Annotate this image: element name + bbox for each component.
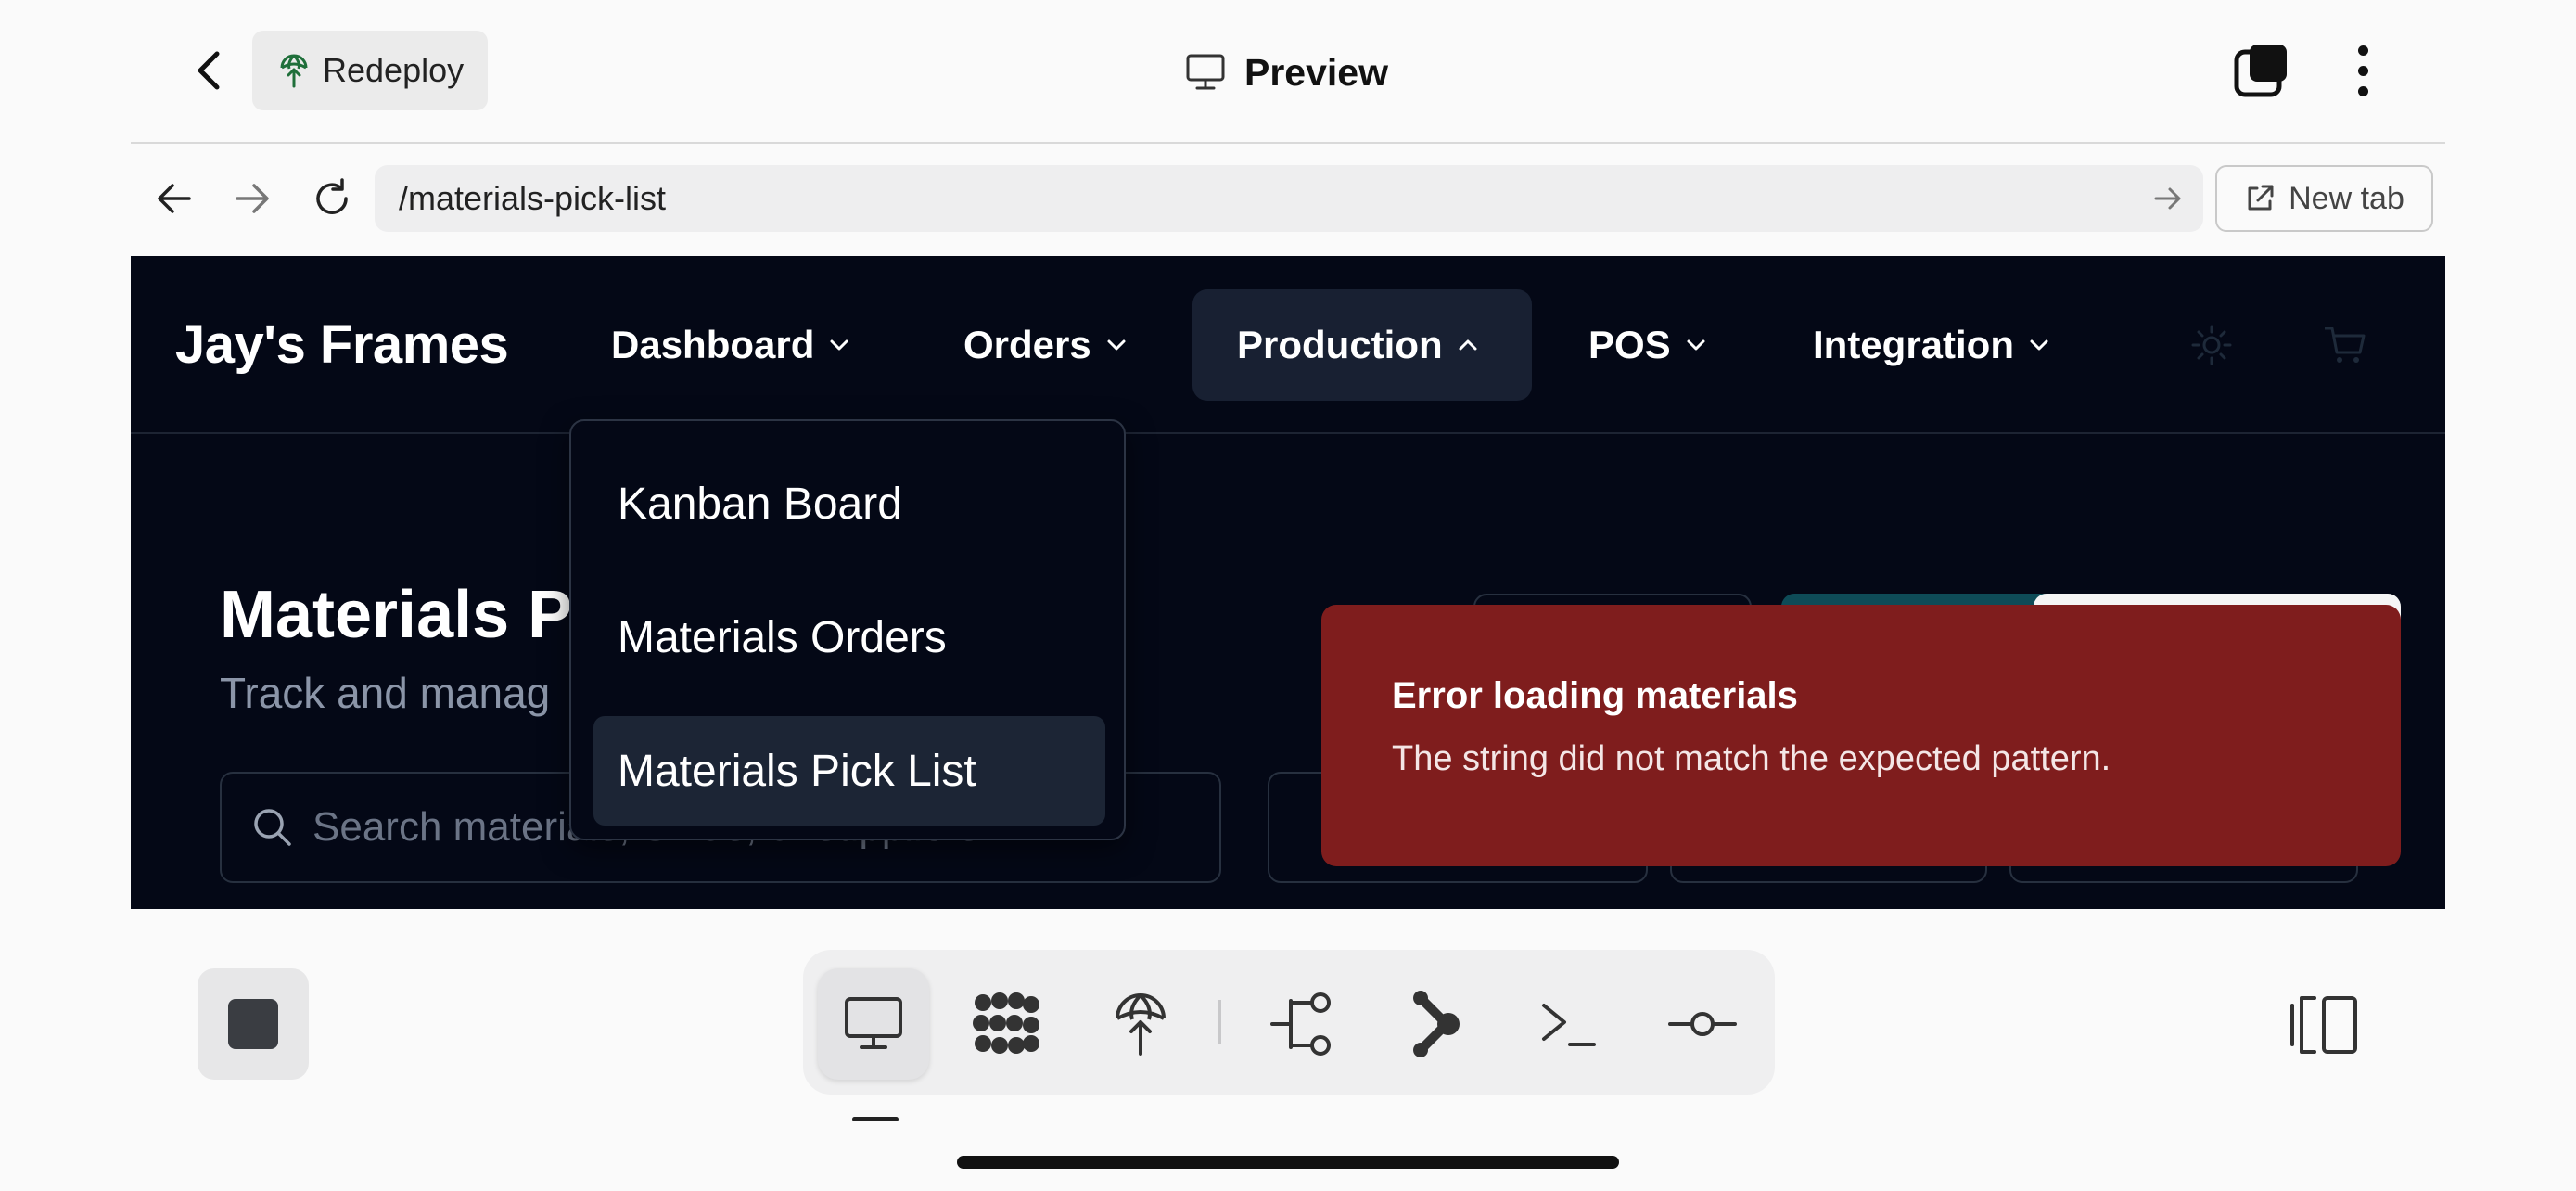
- nav-production[interactable]: Production: [1192, 289, 1532, 401]
- chevron-down-icon: [1687, 339, 1705, 351]
- subtitle-start: Track and manag: [220, 669, 551, 717]
- tool-dock: [803, 950, 1775, 1095]
- tool-deployments[interactable]: [1085, 968, 1196, 1080]
- arrow-right-icon[interactable]: [2151, 182, 2185, 215]
- chevron-down-icon: [1107, 339, 1126, 351]
- nav-label: Orders: [963, 323, 1091, 366]
- nav-orders[interactable]: Orders: [919, 289, 1171, 401]
- kebab-icon-dot: [2357, 45, 2368, 56]
- monitor-icon: [845, 997, 902, 1049]
- toast-title: Error loading materials: [1392, 675, 1798, 716]
- arrow-right-icon: [236, 184, 269, 213]
- chevron-down-icon: [830, 339, 848, 351]
- new-tab-label: New tab: [2289, 180, 2404, 216]
- tool-share[interactable]: [1380, 968, 1491, 1080]
- more-options-button[interactable]: [2344, 41, 2381, 100]
- redeploy-button[interactable]: Redeploy: [252, 31, 488, 110]
- chevron-down-icon: [2030, 339, 2048, 351]
- panel-toggle-button[interactable]: [2289, 992, 2359, 1057]
- nav-label: Integration: [1813, 323, 2014, 366]
- nav-integration[interactable]: Integration: [1768, 289, 2094, 401]
- back-button[interactable]: [182, 43, 237, 98]
- deploy-icon: [1116, 993, 1166, 1056]
- toast-message: The string did not match the expected pa…: [1392, 739, 2111, 778]
- production-dropdown-menu: Kanban Board Materials Orders Materials …: [569, 419, 1126, 840]
- preview-title-label: Preview: [1244, 50, 1388, 94]
- preview-webview: Jay's Frames Dashboard Orders Production…: [131, 256, 2445, 909]
- page-title: Materials Pi: [220, 578, 592, 652]
- kebab-icon-dot: [2357, 85, 2368, 96]
- reload-icon: [316, 178, 348, 214]
- redeploy-label: Redeploy: [323, 51, 465, 89]
- monitor-icon: [1186, 54, 1225, 90]
- commit-icon: [1668, 1012, 1737, 1036]
- deploy-icon: [280, 54, 308, 88]
- stop-button[interactable]: [198, 968, 309, 1080]
- tool-agents[interactable]: [951, 968, 1063, 1080]
- app-topbar: Redeploy Preview: [0, 0, 2576, 144]
- cart-icon[interactable]: [2321, 321, 2369, 369]
- git-icon: [1270, 992, 1331, 1056]
- share-icon: [1413, 991, 1460, 1057]
- panel-toggle-icon: [2290, 996, 2357, 1054]
- menu-item-materials-pick-list[interactable]: Materials Pick List: [593, 716, 1105, 826]
- menu-item-kanban-board[interactable]: Kanban Board: [593, 449, 1105, 558]
- active-tool-indicator: [852, 1117, 899, 1121]
- reload-button[interactable]: [306, 173, 358, 224]
- arrow-left-icon: [158, 184, 191, 213]
- windows-button[interactable]: [2233, 41, 2292, 100]
- chevron-left-icon: [198, 51, 220, 90]
- stop-icon: [228, 999, 278, 1049]
- terminal-icon: [1542, 1004, 1596, 1046]
- stacked-windows-icon: [2234, 45, 2287, 97]
- nav-pos[interactable]: POS: [1544, 289, 1751, 401]
- url-input[interactable]: [399, 179, 2123, 218]
- url-bar[interactable]: [375, 165, 2203, 232]
- new-tab-button[interactable]: New tab: [2215, 165, 2433, 232]
- nav-label: POS: [1588, 323, 1671, 366]
- chevron-up-icon: [1459, 339, 1477, 351]
- browser-forward-button[interactable]: [226, 173, 278, 224]
- tool-shell[interactable]: [1513, 968, 1625, 1080]
- nav-label: Production: [1237, 323, 1443, 366]
- toolbar-separator: [1218, 1000, 1221, 1044]
- tool-preview[interactable]: [818, 968, 929, 1080]
- preview-title: Preview: [1185, 45, 1388, 100]
- divider: [131, 142, 2445, 144]
- nav-label: Dashboard: [611, 323, 815, 366]
- home-indicator: [957, 1156, 1619, 1169]
- nav-dashboard[interactable]: Dashboard: [567, 289, 894, 401]
- external-link-icon: [2248, 185, 2274, 211]
- agents-icon: [973, 992, 1039, 1054]
- search-icon: [254, 809, 291, 846]
- sun-icon[interactable]: [2187, 321, 2236, 369]
- tool-git[interactable]: [1246, 968, 1358, 1080]
- site-navbar: Jay's Frames Dashboard Orders Production…: [131, 256, 2445, 434]
- browser-back-button[interactable]: [148, 173, 200, 224]
- kebab-icon-dot: [2357, 65, 2368, 76]
- site-brand[interactable]: Jay's Frames: [175, 314, 509, 376]
- menu-item-materials-orders[interactable]: Materials Orders: [593, 583, 1105, 692]
- tool-commit[interactable]: [1647, 968, 1758, 1080]
- error-toast[interactable]: Error loading materials The string did n…: [1321, 605, 2401, 866]
